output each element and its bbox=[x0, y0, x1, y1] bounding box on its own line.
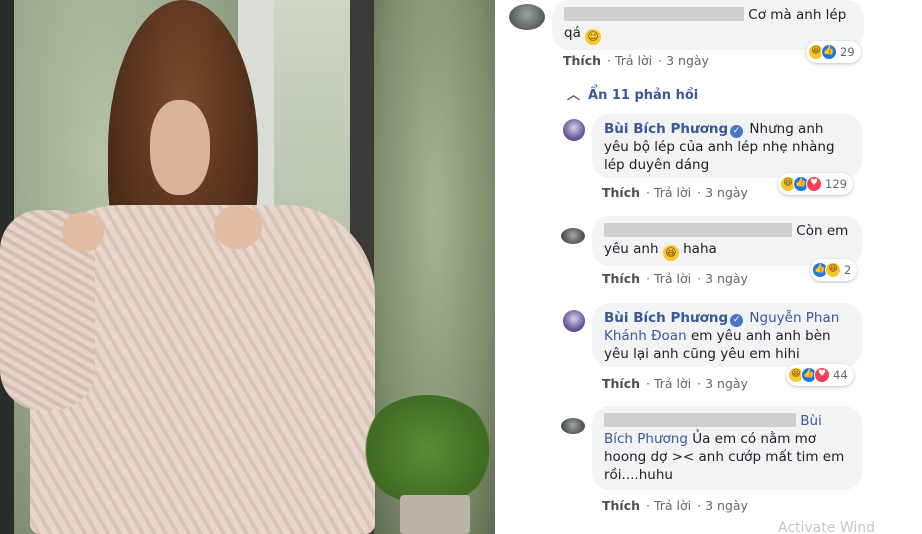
hide-replies-toggle[interactable]: ︿ Ẩn 11 phản hồi bbox=[567, 84, 698, 103]
post-photo[interactable] bbox=[0, 0, 495, 534]
reaction-count: 2 bbox=[844, 263, 852, 277]
reaction-summary[interactable]: 😆 👍 ♥ 44 bbox=[786, 364, 854, 386]
hand-left bbox=[62, 212, 104, 252]
timestamp[interactable]: 3 ngày bbox=[666, 53, 709, 68]
haha-reaction-icon: 😆 bbox=[825, 262, 841, 278]
reply-bubble: Bùi Bích Phương ✓ Nhưng anh yêu bộ lép củ… bbox=[592, 114, 862, 178]
timestamp[interactable]: 3 ngày bbox=[705, 271, 748, 286]
reaction-count: 44 bbox=[833, 368, 848, 382]
like-reaction-icon: 👍 bbox=[821, 44, 837, 60]
like-link[interactable]: Thích bbox=[602, 185, 640, 200]
reaction-count: 29 bbox=[840, 45, 855, 59]
reply-actions: Thích · Trả lời · 3 ngày bbox=[602, 498, 748, 513]
chevron-up-icon: ︿ bbox=[567, 88, 581, 103]
redacted-name bbox=[564, 7, 744, 21]
reply-text-after: haha bbox=[683, 241, 717, 257]
plant-pot bbox=[400, 495, 470, 534]
reply-bubble: Bùi Bích Phương ✓ Nguyễn Phan Khánh Đoan … bbox=[592, 303, 862, 367]
reply-author[interactable]: Bùi Bích Phương bbox=[604, 121, 728, 137]
verified-badge-icon: ✓ bbox=[730, 125, 744, 138]
windows-activation-watermark: Activate Wind bbox=[778, 520, 876, 534]
replier-avatar[interactable] bbox=[563, 310, 585, 332]
reaction-count: 129 bbox=[825, 177, 847, 191]
redacted-name bbox=[604, 223, 792, 237]
love-reaction-icon: ♥ bbox=[806, 176, 822, 192]
timestamp[interactable]: 3 ngày bbox=[705, 185, 748, 200]
reply-actions: Thích · Trả lời · 3 ngày bbox=[602, 185, 748, 200]
reply-bubble: Bùi Bích Phương Ủa em có nằm mơ hoong dợ… bbox=[592, 406, 862, 490]
smile-emoji-icon: ☺ bbox=[585, 29, 602, 45]
reply-link[interactable]: Trả lời bbox=[654, 185, 691, 200]
reply-actions: Thích · Trả lời · 3 ngày bbox=[602, 376, 748, 391]
like-link[interactable]: Thích bbox=[602, 376, 640, 391]
verified-badge-icon: ✓ bbox=[730, 314, 744, 327]
timestamp[interactable]: 3 ngày bbox=[705, 498, 748, 513]
face bbox=[150, 100, 210, 195]
reply-link[interactable]: Trả lời bbox=[654, 376, 691, 391]
hide-replies-label: Ẩn 11 phản hồi bbox=[588, 88, 699, 103]
reply-author[interactable]: Bùi Bích Phương bbox=[604, 310, 728, 326]
like-link[interactable]: Thích bbox=[602, 271, 640, 286]
like-link[interactable]: Thích bbox=[602, 498, 640, 513]
commenter-avatar[interactable] bbox=[509, 4, 545, 30]
replier-avatar[interactable] bbox=[561, 228, 585, 244]
reply-link[interactable]: Trả lời bbox=[654, 271, 691, 286]
comments-panel: Cơ mà anh lép qá ☺ 😆 👍 29 Thích · Trả lời… bbox=[495, 0, 922, 534]
like-link[interactable]: Thích bbox=[563, 53, 601, 68]
replier-avatar[interactable] bbox=[561, 418, 585, 434]
reply-link[interactable]: Trả lời bbox=[615, 53, 652, 68]
comment-actions: Thích · Trả lời · 3 ngày bbox=[563, 53, 709, 68]
reaction-summary[interactable]: 👍 😆 2 bbox=[810, 259, 858, 281]
redacted-name bbox=[604, 413, 796, 427]
reply-actions: Thích · Trả lời · 3 ngày bbox=[602, 271, 748, 286]
reply-link[interactable]: Trả lời bbox=[654, 498, 691, 513]
timestamp[interactable]: 3 ngày bbox=[705, 376, 748, 391]
potted-plant bbox=[360, 395, 495, 505]
love-reaction-icon: ♥ bbox=[814, 367, 830, 383]
reaction-summary[interactable]: 😆 👍 29 bbox=[806, 41, 861, 63]
hand-right bbox=[214, 205, 262, 249]
replier-avatar[interactable] bbox=[563, 119, 585, 141]
laughing-emoji-icon: 😆 bbox=[662, 245, 679, 261]
reaction-summary[interactable]: 😆 👍 ♥ 129 bbox=[778, 173, 853, 195]
